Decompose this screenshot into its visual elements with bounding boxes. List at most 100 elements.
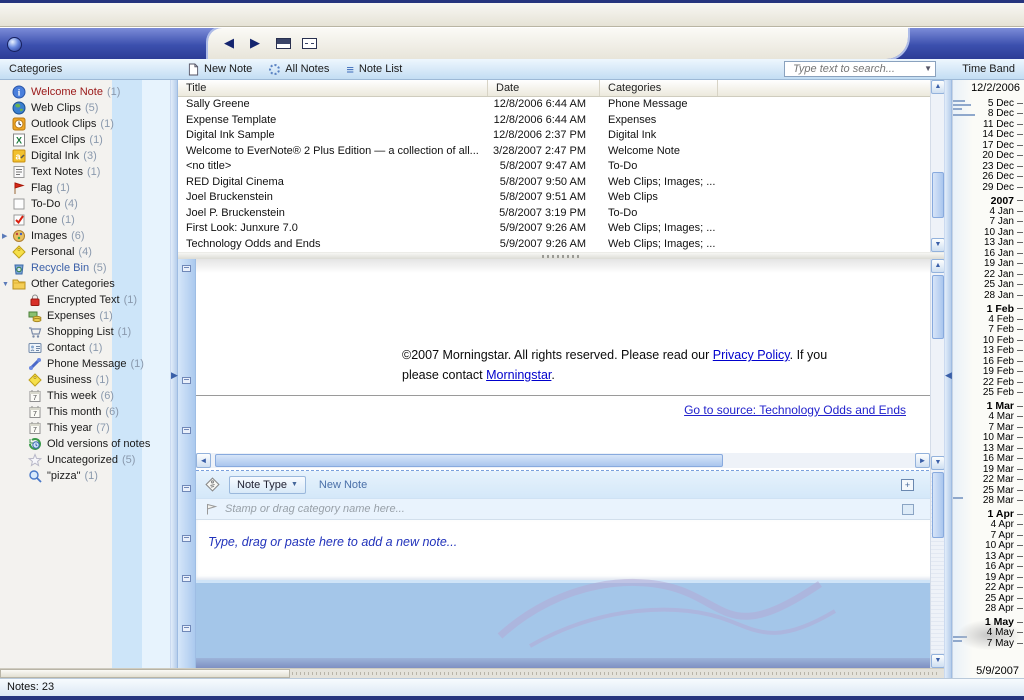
time-band-tick[interactable]: 25 Jan [953, 280, 1024, 291]
table-row[interactable]: Joel P. Bruckenstein 5/8/2007 3:19 PM To… [178, 206, 930, 222]
time-band-tick[interactable]: 29 Dec [953, 182, 1024, 193]
table-row[interactable]: Sally Greene 12/8/2006 6:44 AM Phone Mes… [178, 97, 930, 113]
sidebar-item-recycle-bin[interactable]: Recycle Bin (5) [0, 260, 170, 276]
time-band-tick[interactable]: 1 May [953, 617, 1024, 628]
time-band-tick[interactable]: 16 Feb [953, 356, 1024, 367]
sidebar-item-outlook-clips[interactable]: Outlook Clips (1) [0, 116, 170, 132]
time-band-tick[interactable]: 13 Feb [953, 346, 1024, 357]
table-row[interactable]: Digital Ink Sample 12/8/2006 2:37 PM Dig… [178, 128, 930, 144]
scroll-left-icon[interactable]: ◄ [196, 453, 211, 468]
tape-horizontal-scrollbar[interactable] [0, 668, 944, 678]
split-view-icon[interactable] [276, 38, 291, 49]
time-band-tick[interactable]: 22 Mar [953, 475, 1024, 486]
time-band-tick[interactable]: 7 May [953, 638, 1024, 649]
note-horizontal-scrollbar[interactable]: ◄ ► [196, 453, 930, 468]
collapse-left-icon[interactable]: ◀ [945, 370, 952, 381]
evernote-sphere-icon[interactable] [7, 37, 22, 52]
sidebar-item-personal[interactable]: Personal (4) [0, 244, 170, 260]
time-band-tick[interactable]: 7 Mar [953, 422, 1024, 433]
time-band-tick[interactable]: 1 Apr [953, 509, 1024, 520]
menu-item[interactable] [50, 11, 72, 19]
time-band-tick[interactable]: 13 Mar [953, 443, 1024, 454]
table-row[interactable]: RED Digital Cinema 5/8/2007 9:50 AM Web … [178, 175, 930, 191]
column-header-categories[interactable]: Categories [600, 80, 718, 96]
scroll-right-icon[interactable]: ► [915, 453, 930, 468]
note-list-button[interactable]: ≡ Note List [346, 63, 402, 75]
note-list-scrollbar[interactable]: ▲ ▼ [930, 80, 944, 252]
sidebar-splitter[interactable]: ▶ [170, 80, 178, 678]
scroll-down-icon[interactable]: ▼ [931, 238, 945, 252]
time-band-tick[interactable]: 22 Apr [953, 583, 1024, 594]
menu-item[interactable] [28, 11, 50, 19]
note-boundary-icon[interactable] [182, 575, 191, 582]
time-band-tick[interactable]: 7 Apr [953, 530, 1024, 541]
sidebar-item-text-notes[interactable]: Text Notes (1) [0, 164, 170, 180]
forward-icon[interactable]: ▶ [250, 35, 260, 51]
sidebar-item-phone-message[interactable]: Phone Message (1) [0, 356, 170, 372]
scroll-up-icon[interactable]: ▲ [931, 259, 945, 273]
table-row[interactable]: Welcome to EverNote® 2 Plus Edition — a … [178, 144, 930, 160]
stamp-options-icon[interactable] [902, 504, 914, 515]
note-boundary-icon[interactable] [182, 377, 191, 384]
time-band-tick[interactable]: 2007 [953, 196, 1024, 207]
note-boundary-icon[interactable] [182, 535, 191, 542]
time-band-tick[interactable]: 10 Jan [953, 227, 1024, 238]
time-band-tick[interactable]: 26 Dec [953, 172, 1024, 183]
column-header-title[interactable]: Title [178, 80, 488, 96]
sidebar-item-this-year[interactable]: This year (7) [0, 420, 170, 436]
sidebar-item-done[interactable]: Done (1) [0, 212, 170, 228]
sidebar-item-contact[interactable]: Contact (1) [0, 340, 170, 356]
time-band-tick[interactable]: 25 Apr [953, 593, 1024, 604]
time-band-tick[interactable]: 13 Jan [953, 238, 1024, 249]
scrollbar-thumb[interactable] [215, 454, 723, 467]
time-band-tick[interactable]: 28 Apr [953, 604, 1024, 615]
time-band-tick[interactable]: 10 Mar [953, 433, 1024, 444]
expand-note-icon[interactable]: + [901, 479, 914, 491]
time-band-tick[interactable]: 22 Jan [953, 269, 1024, 280]
time-band-tick[interactable]: 4 Jan [953, 206, 1024, 217]
time-band-tick[interactable]: 5 Dec [953, 98, 1024, 109]
time-band-tick[interactable]: 16 Mar [953, 454, 1024, 465]
expander-icon[interactable]: ▶ [2, 232, 12, 240]
all-notes-button[interactable]: All Notes [269, 63, 329, 75]
time-band-tick[interactable]: 23 Dec [953, 161, 1024, 172]
note-boundary-icon[interactable] [182, 265, 191, 272]
time-band-tick[interactable]: 11 Dec [953, 119, 1024, 130]
menu-item[interactable] [6, 11, 28, 19]
time-band-tick[interactable]: 14 Dec [953, 130, 1024, 141]
sidebar-item-to-do[interactable]: To-Do (4) [0, 196, 170, 212]
morningstar-link[interactable]: Morningstar [486, 368, 551, 382]
time-band-tick[interactable]: 19 Jan [953, 259, 1024, 270]
time-band-tick[interactable]: 25 Mar [953, 485, 1024, 496]
time-band-tick[interactable]: 19 Feb [953, 367, 1024, 378]
sidebar-item-this-month[interactable]: This month (6) [0, 404, 170, 420]
sidebar-item-images[interactable]: ▶ Images (6) [0, 228, 170, 244]
time-band-tick[interactable]: 10 Feb [953, 335, 1024, 346]
time-band-tick[interactable]: 7 Jan [953, 217, 1024, 228]
time-band-tick[interactable]: 17 Dec [953, 140, 1024, 151]
table-row[interactable]: First Look: Junxure 7.0 5/9/2007 9:26 AM… [178, 221, 930, 237]
go-to-source-link[interactable]: Go to source: Technology Odds and Ends [684, 403, 906, 417]
menu-item[interactable] [72, 11, 94, 19]
sidebar-item-expenses[interactable]: Expenses (1) [0, 308, 170, 324]
time-band-tick[interactable]: 16 Apr [953, 562, 1024, 573]
time-band-tick[interactable]: 16 Jan [953, 248, 1024, 259]
sidebar-item-pizza[interactable]: "pizza" (1) [0, 468, 170, 484]
note-boundary-icon[interactable] [182, 485, 191, 492]
sidebar-item-old-versions-of-notes[interactable]: Old versions of notes [0, 436, 170, 452]
single-view-icon[interactable] [302, 38, 317, 49]
table-row[interactable]: Joel Bruckenstein 5/8/2007 9:51 AM Web C… [178, 190, 930, 206]
note-boundary-icon[interactable] [182, 625, 191, 632]
back-icon[interactable]: ◀ [224, 35, 234, 51]
list-noteview-splitter[interactable] [178, 252, 944, 259]
time-band-tick[interactable]: 28 Jan [953, 290, 1024, 301]
note-vertical-scrollbar[interactable]: ▲ ▼ [930, 259, 944, 470]
tape-vertical-scrollbar[interactable]: ▼ [930, 470, 944, 668]
time-band-tick[interactable]: 4 Mar [953, 412, 1024, 423]
time-band-tick[interactable]: 22 Feb [953, 377, 1024, 388]
sidebar-item-web-clips[interactable]: Web Clips (5) [0, 100, 170, 116]
menu-item[interactable] [94, 11, 116, 19]
time-band-tick[interactable]: 13 Apr [953, 551, 1024, 562]
time-band-tick[interactable]: 1 Mar [953, 401, 1024, 412]
scrollbar-thumb[interactable] [932, 472, 944, 538]
